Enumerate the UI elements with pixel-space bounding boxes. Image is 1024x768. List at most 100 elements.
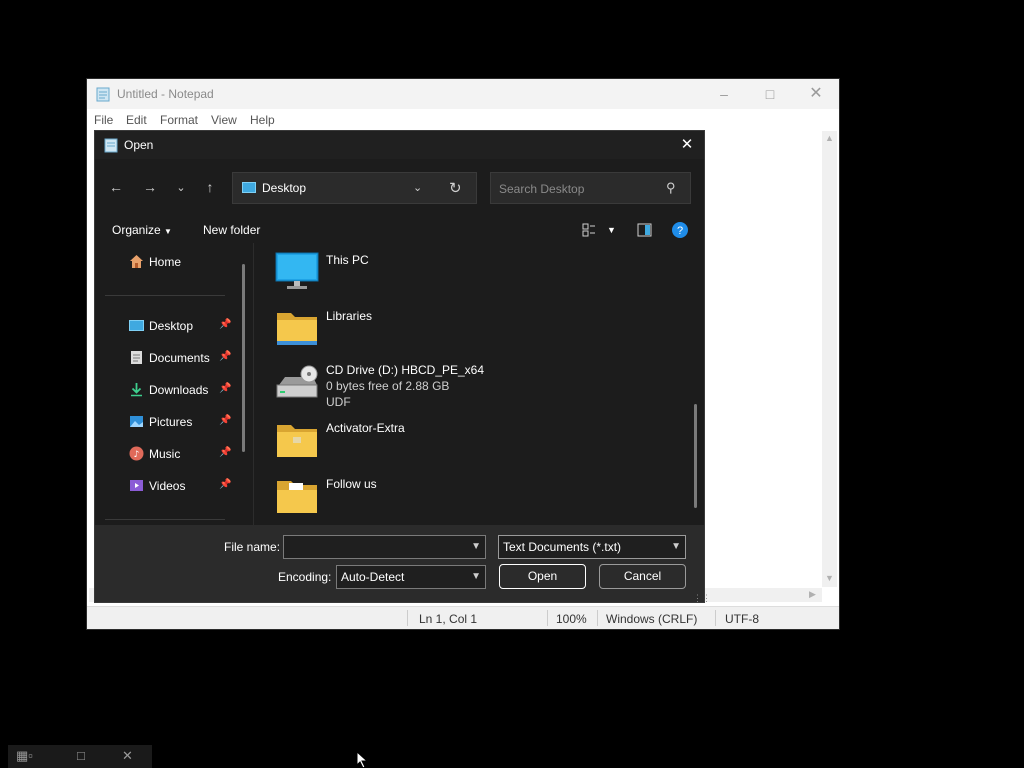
home-icon bbox=[130, 255, 143, 268]
videos-icon bbox=[130, 480, 143, 491]
nav-item-label: Music bbox=[149, 447, 181, 461]
file-name-field[interactable]: ▼ bbox=[283, 535, 486, 559]
nav-scrollbar[interactable] bbox=[242, 264, 245, 452]
pin-icon[interactable]: 📌 bbox=[219, 351, 231, 362]
nav-item-home[interactable]: Home bbox=[95, 250, 235, 274]
scroll-down-icon[interactable]: ▼ bbox=[825, 573, 834, 583]
window-title: Untitled - Notepad bbox=[117, 87, 214, 101]
menu-view[interactable]: View bbox=[211, 113, 237, 127]
organize-button[interactable]: Organize ▼ bbox=[112, 223, 172, 237]
taskbar-thumbnail[interactable]: ▦▫ □ ✕ bbox=[8, 745, 152, 768]
nav-divider bbox=[105, 295, 225, 296]
preview-pane-icon[interactable] bbox=[637, 223, 652, 237]
music-icon: ♪ bbox=[129, 446, 144, 461]
close-icon[interactable]: ✕ bbox=[122, 748, 133, 764]
status-divider bbox=[407, 610, 408, 626]
menu-file[interactable]: File bbox=[94, 113, 113, 127]
list-item-cd-drive[interactable]: CD Drive (D:) HBCD_PE_x64 0 bytes free o… bbox=[273, 361, 673, 409]
refresh-icon[interactable]: ↻ bbox=[449, 179, 462, 197]
nav-item-label: Downloads bbox=[149, 383, 209, 397]
back-arrow-icon[interactable]: ← bbox=[106, 179, 126, 195]
file-list-scrollbar[interactable] bbox=[694, 404, 697, 508]
search-box[interactable]: Search Desktop ⚲ bbox=[490, 172, 691, 204]
cd-drive-icon bbox=[276, 365, 318, 398]
forward-arrow-icon[interactable]: → bbox=[140, 179, 160, 195]
view-caret-down-icon[interactable]: ▼ bbox=[607, 225, 616, 235]
list-item-follow-us[interactable]: Follow us bbox=[273, 475, 673, 523]
pin-icon[interactable]: 📌 bbox=[219, 383, 231, 394]
folder-icon bbox=[277, 313, 317, 345]
navigation-pane: Home Desktop 📌 Documents 📌 Downloads 📌 P… bbox=[95, 243, 253, 525]
app-thumbnail-icon: ▦▫ bbox=[16, 748, 33, 763]
chevron-down-icon[interactable]: ⌄ bbox=[413, 181, 422, 194]
file-type-select[interactable]: Text Documents (*.txt) ▼ bbox=[498, 535, 686, 559]
nav-item-downloads[interactable]: Downloads 📌 bbox=[95, 378, 235, 402]
pin-icon[interactable]: 📌 bbox=[219, 319, 231, 330]
encoding-label: Encoding: bbox=[278, 570, 332, 584]
file-name: CD Drive (D:) HBCD_PE_x64 bbox=[326, 363, 485, 377]
pin-icon[interactable]: 📌 bbox=[219, 479, 231, 490]
chevron-down-icon[interactable]: ▼ bbox=[671, 541, 681, 552]
drive-free-space: 0 bytes free of 2.88 GB bbox=[326, 379, 450, 393]
notepad-icon bbox=[104, 138, 118, 153]
drive-filesystem: UDF bbox=[326, 395, 351, 409]
nav-item-music[interactable]: ♪ Music 📌 bbox=[95, 442, 235, 466]
pictures-icon bbox=[130, 416, 143, 427]
file-list: This PC Libraries CD Drive (D:) HBCD_PE_… bbox=[255, 243, 695, 525]
resize-grip-icon[interactable]: ⋮⋮ bbox=[693, 593, 711, 604]
nav-item-label: Desktop bbox=[149, 319, 194, 333]
menu-bar: File Edit Format View Help bbox=[87, 109, 839, 131]
nav-item-documents[interactable]: Documents 📌 bbox=[95, 346, 235, 370]
status-divider bbox=[597, 610, 598, 626]
vertical-scrollbar[interactable]: ▲ ▼ bbox=[822, 131, 837, 587]
up-arrow-icon[interactable]: ↑ bbox=[200, 179, 220, 195]
view-options-icon[interactable] bbox=[582, 223, 596, 237]
minimize-button[interactable]: – bbox=[701, 79, 747, 109]
open-button[interactable]: Open bbox=[499, 564, 586, 589]
file-type-value: Text Documents (*.txt) bbox=[503, 540, 622, 554]
close-icon[interactable]: ✕ bbox=[675, 135, 699, 155]
desktop-icon bbox=[129, 320, 144, 331]
address-text: Desktop bbox=[262, 181, 307, 195]
maximize-button[interactable]: □ bbox=[747, 79, 793, 109]
scroll-up-icon[interactable]: ▲ bbox=[825, 133, 834, 143]
scroll-right-icon[interactable]: ▶ bbox=[809, 589, 816, 600]
nav-item-videos[interactable]: Videos 📌 bbox=[95, 474, 235, 498]
dialog-footer: File name: ▼ Text Documents (*.txt) ▼ En… bbox=[95, 525, 704, 602]
folder-icon bbox=[277, 481, 317, 513]
list-item-this-pc[interactable]: This PC bbox=[273, 251, 673, 299]
pin-icon[interactable]: 📌 bbox=[219, 415, 231, 426]
cancel-button[interactable]: Cancel bbox=[599, 564, 686, 589]
pane-divider bbox=[253, 243, 254, 525]
nav-divider bbox=[105, 519, 225, 520]
recent-chevron-icon[interactable]: ⌄ bbox=[171, 181, 191, 194]
status-bar: Ln 1, Col 1 100% Windows (CRLF) UTF-8 bbox=[87, 606, 839, 629]
folder-icon bbox=[277, 425, 317, 457]
pin-icon[interactable]: 📌 bbox=[219, 447, 231, 458]
menu-help[interactable]: Help bbox=[250, 113, 275, 127]
menu-format[interactable]: Format bbox=[160, 113, 198, 127]
help-icon[interactable]: ? bbox=[672, 222, 688, 238]
status-zoom: 100% bbox=[556, 612, 587, 626]
new-folder-button[interactable]: New folder bbox=[203, 223, 260, 237]
file-name: This PC bbox=[326, 253, 369, 267]
dialog-titlebar[interactable]: Open ✕ bbox=[95, 131, 704, 159]
notepad-titlebar[interactable]: Untitled - Notepad – □ ✕ bbox=[87, 79, 839, 109]
svg-text:?: ? bbox=[677, 225, 683, 237]
file-name: Libraries bbox=[326, 309, 373, 323]
chevron-down-icon[interactable]: ▼ bbox=[471, 541, 481, 552]
svg-text:♪: ♪ bbox=[134, 450, 140, 460]
list-item-activator-extra[interactable]: Activator-Extra bbox=[273, 419, 673, 467]
nav-item-desktop[interactable]: Desktop 📌 bbox=[95, 314, 235, 338]
address-bar[interactable]: Desktop ⌄ ↻ bbox=[232, 172, 477, 204]
list-item-libraries[interactable]: Libraries bbox=[273, 307, 673, 355]
encoding-select[interactable]: Auto-Detect ▼ bbox=[336, 565, 486, 589]
restore-icon[interactable]: □ bbox=[77, 748, 85, 763]
nav-item-pictures[interactable]: Pictures 📌 bbox=[95, 410, 235, 434]
search-icon[interactable]: ⚲ bbox=[666, 180, 676, 196]
chevron-down-icon[interactable]: ▼ bbox=[471, 571, 481, 582]
status-position: Ln 1, Col 1 bbox=[419, 612, 478, 626]
desktop-icon bbox=[242, 182, 256, 193]
menu-edit[interactable]: Edit bbox=[126, 113, 147, 127]
close-button[interactable]: ✕ bbox=[793, 79, 839, 109]
